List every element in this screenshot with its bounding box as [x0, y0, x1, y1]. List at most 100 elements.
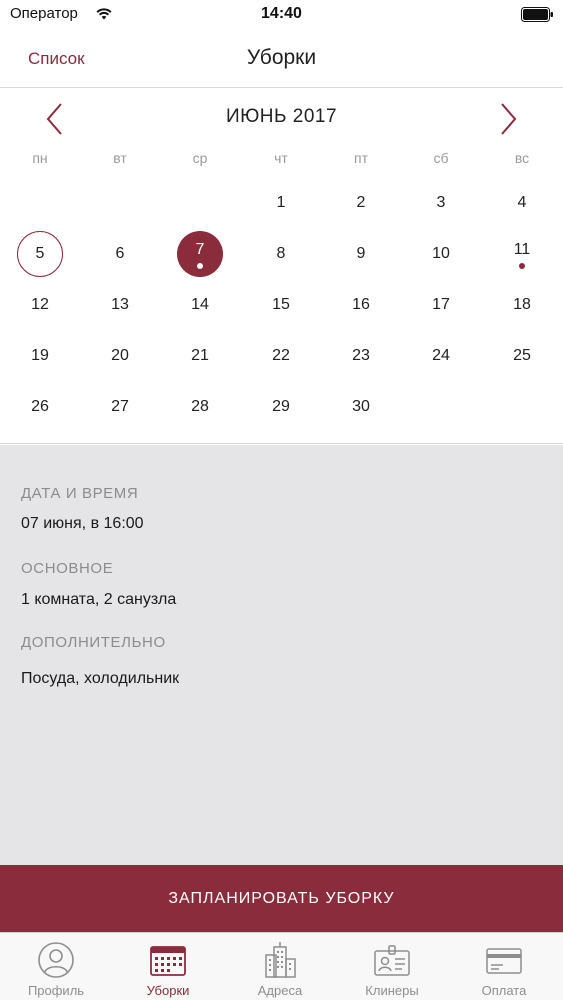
tab-label: Профиль	[27, 983, 85, 998]
calendar-day[interactable]: 27	[97, 384, 143, 430]
day-number: 24	[432, 347, 450, 364]
day-number: 30	[352, 398, 370, 415]
weekday-label: ср	[192, 150, 208, 166]
weekday-label: пн	[32, 150, 48, 166]
day-number: 17	[432, 296, 450, 313]
day-number: 18	[513, 296, 531, 313]
day-number: 13	[111, 296, 129, 313]
datetime-value: 07 июня, в 16:00	[21, 515, 144, 532]
main-label: ОСНОВНОЕ	[21, 560, 114, 577]
calendar-day[interactable]: 7	[177, 231, 223, 277]
calendar-day[interactable]: 13	[97, 282, 143, 328]
calendar-day[interactable]: 23	[338, 333, 384, 379]
day-number: 26	[31, 398, 49, 415]
battery-icon	[521, 7, 553, 22]
cleaning-details: ДАТА И ВРЕМЯ 07 июня, в 16:00 ОСНОВНОЕ 1…	[0, 445, 563, 865]
day-number: 1	[276, 194, 286, 211]
calendar: ИЮНЬ 2017 пн вт ср чт пт сб вс 1 2 3 4 5 6 7 8 9 10 11 12…	[0, 88, 563, 444]
datetime-label: ДАТА И ВРЕМЯ	[21, 485, 139, 502]
weekday-label: пт	[354, 150, 368, 166]
calendar-day[interactable]: 12	[17, 282, 63, 328]
day-number: 2	[356, 194, 366, 211]
status-bar: Оператор 14:40	[0, 0, 563, 30]
tab-payment[interactable]: Оплата	[448, 933, 560, 1000]
tab-label: Адреса	[257, 983, 303, 998]
calendar-day[interactable]: 30	[338, 384, 384, 430]
event-dot-icon	[197, 263, 203, 269]
extra-label: ДОПОЛНИТЕЛЬНО	[21, 634, 166, 651]
day-number: 19	[31, 347, 49, 364]
calendar-day[interactable]: 19	[17, 333, 63, 379]
calendar-day[interactable]: 20	[97, 333, 143, 379]
tab-bar: Профиль Уборки Адреса Клинеры Оплата	[0, 932, 563, 1000]
day-number: 7	[195, 241, 205, 258]
calendar-day[interactable]: 28	[177, 384, 223, 430]
day-number: 14	[191, 296, 209, 313]
calendar-day[interactable]: 17	[418, 282, 464, 328]
calendar-day[interactable]: 9	[338, 231, 384, 277]
day-number: 8	[276, 245, 286, 262]
badge-icon	[374, 945, 410, 976]
calendar-day[interactable]: 16	[338, 282, 384, 328]
calendar-day[interactable]: 21	[177, 333, 223, 379]
calendar-day[interactable]: 22	[258, 333, 304, 379]
calendar-day[interactable]: 5	[17, 231, 63, 277]
schedule-cleaning-button[interactable]: ЗАПЛАНИРОВАТЬ УБОРКУ	[0, 865, 563, 932]
calendar-day[interactable]: 1	[258, 180, 304, 226]
weekday-header: пн вт ср чт пт сб вс	[0, 150, 563, 170]
main-value: 1 комната, 2 санузла	[21, 591, 177, 608]
tab-addresses[interactable]: Адреса	[224, 933, 336, 1000]
tab-cleaners[interactable]: Клинеры	[336, 933, 448, 1000]
calendar-day[interactable]: 6	[97, 231, 143, 277]
extra-value: Посуда, холодильник	[21, 670, 180, 687]
day-number: 21	[191, 347, 209, 364]
day-number: 11	[513, 241, 531, 258]
profile-icon	[38, 942, 74, 978]
card-icon	[486, 948, 522, 974]
navigation-bar: Список Уборки	[0, 30, 563, 88]
calendar-day[interactable]: 26	[17, 384, 63, 430]
day-number: 6	[115, 245, 125, 262]
calendar-day[interactable]: 2	[338, 180, 384, 226]
page-title: Уборки	[246, 46, 317, 69]
day-number: 16	[352, 296, 370, 313]
buildings-icon	[265, 942, 296, 978]
calendar-day[interactable]: 3	[418, 180, 464, 226]
next-month-icon[interactable]	[497, 102, 519, 136]
calendar-day[interactable]: 15	[258, 282, 304, 328]
calendar-day[interactable]: 14	[177, 282, 223, 328]
calendar-icon	[150, 946, 186, 976]
calendar-day[interactable]: 11	[499, 231, 545, 277]
day-number: 4	[517, 194, 527, 211]
weekday-label: чт	[274, 150, 288, 166]
event-dot-icon	[519, 263, 525, 269]
calendar-day[interactable]: 29	[258, 384, 304, 430]
month-label: ИЮНЬ 2017	[225, 106, 338, 127]
tab-profile[interactable]: Профиль	[0, 933, 112, 1000]
day-number: 22	[272, 347, 290, 364]
calendar-day[interactable]: 25	[499, 333, 545, 379]
day-number: 5	[35, 245, 45, 262]
weekday-label: сб	[433, 150, 449, 166]
day-number: 10	[432, 245, 450, 262]
weekday-label: вт	[113, 150, 127, 166]
day-number: 28	[191, 398, 209, 415]
day-number: 12	[31, 296, 49, 313]
calendar-day[interactable]: 10	[418, 231, 464, 277]
calendar-day[interactable]: 4	[499, 180, 545, 226]
day-number: 15	[272, 296, 290, 313]
tab-label: Уборки	[146, 983, 190, 998]
day-number: 20	[111, 347, 129, 364]
day-number: 25	[513, 347, 531, 364]
day-number: 29	[272, 398, 290, 415]
tab-cleanings[interactable]: Уборки	[112, 933, 224, 1000]
day-number: 3	[436, 194, 446, 211]
calendar-day[interactable]: 18	[499, 282, 545, 328]
day-number: 27	[111, 398, 129, 415]
tab-label: Клинеры	[365, 983, 419, 998]
day-number: 23	[352, 347, 370, 364]
weekday-label: вс	[514, 150, 530, 166]
day-number: 9	[356, 245, 366, 262]
calendar-day[interactable]: 24	[418, 333, 464, 379]
calendar-day[interactable]: 8	[258, 231, 304, 277]
